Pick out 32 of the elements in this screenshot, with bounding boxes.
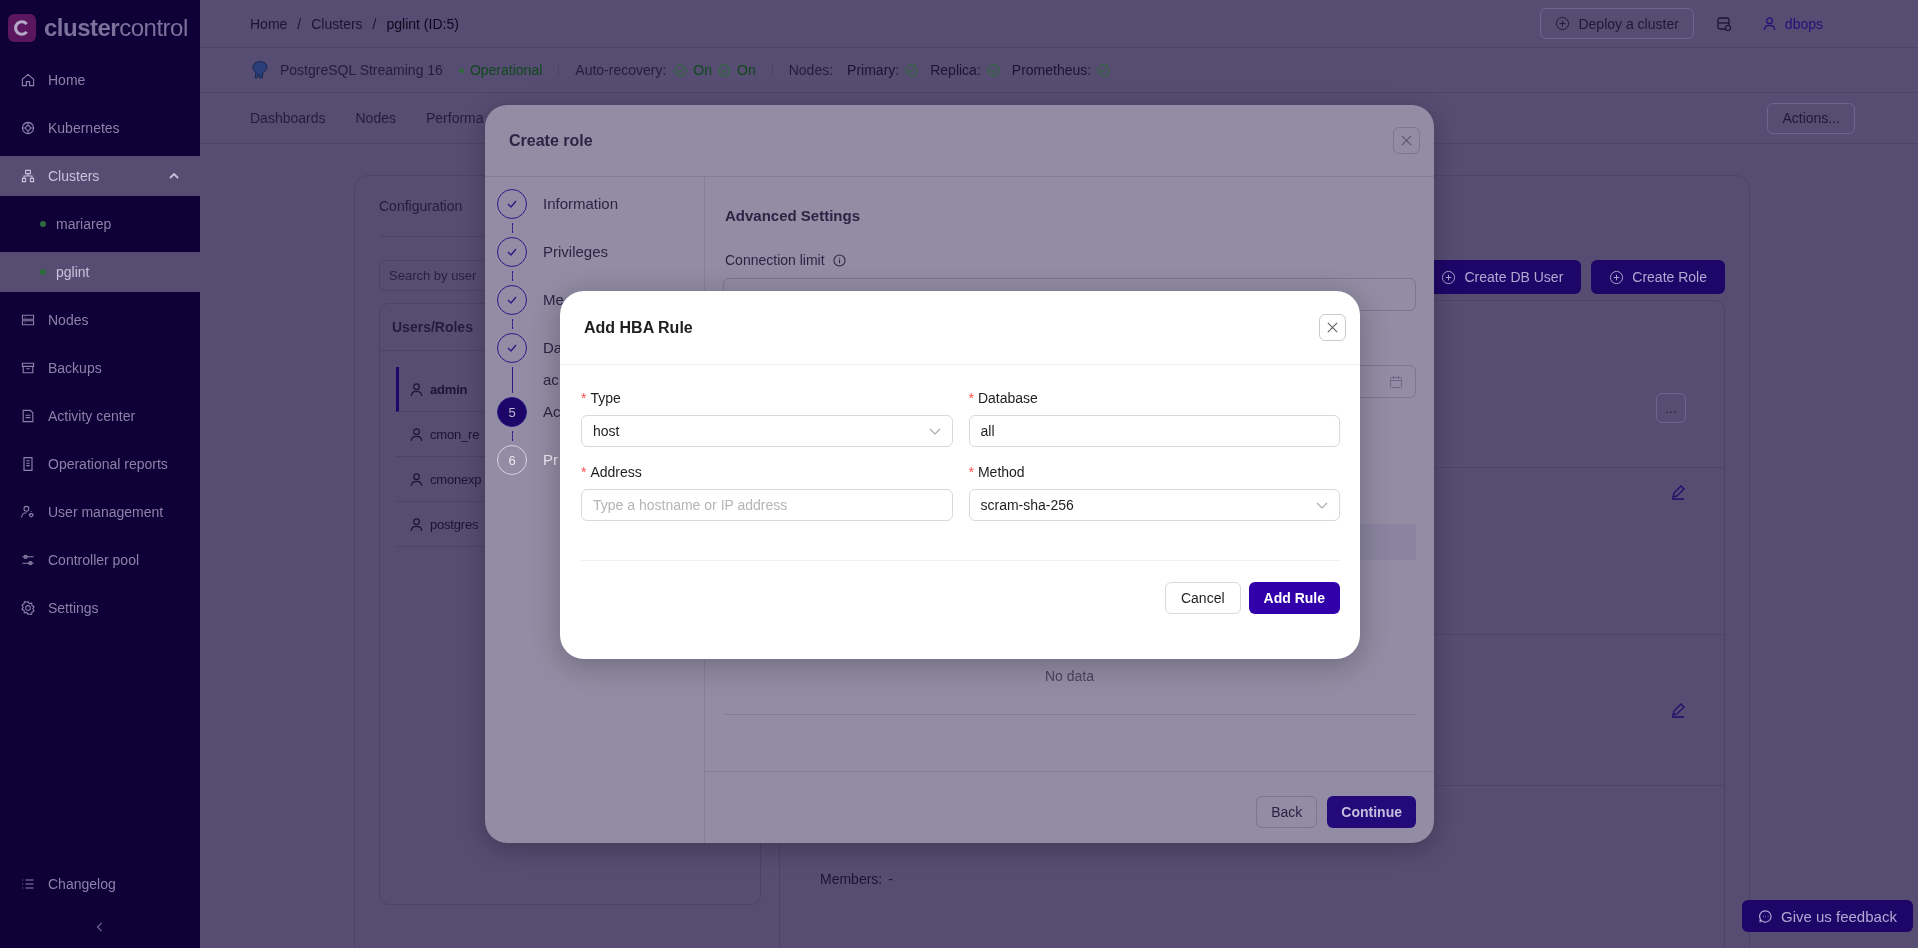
field-label: Type xyxy=(590,390,621,406)
breadcrumb-separator: / xyxy=(372,15,377,32)
members-value: - xyxy=(888,871,893,887)
step-label: Information xyxy=(543,194,619,214)
step-label: Privileges xyxy=(543,242,609,262)
required-mark: * xyxy=(581,390,587,406)
empty-text: No data xyxy=(1044,668,1094,684)
auto-recovery-value: On xyxy=(737,62,756,78)
field-label: Method xyxy=(977,464,1025,480)
auto-recovery-value: On xyxy=(693,62,713,78)
step-label: Ac xyxy=(543,402,561,422)
node-role: Replica: xyxy=(930,62,981,78)
node-role: Primary: xyxy=(847,62,900,78)
step-label: Pr xyxy=(543,450,558,470)
step-label: Me xyxy=(543,290,564,310)
breadcrumb-item: pglint (ID:5) xyxy=(386,15,459,32)
step-label: ac xyxy=(543,370,560,390)
members-label: Members: xyxy=(820,871,883,887)
required-mark: * xyxy=(968,390,974,406)
section-title: Advanced Settings xyxy=(725,207,862,224)
step-marker: 5 xyxy=(497,397,527,427)
dialog-title: Add HBA Rule xyxy=(584,318,693,337)
cluster-status: Operational xyxy=(469,62,543,78)
required-mark: * xyxy=(968,464,974,480)
field-label: Database xyxy=(977,390,1038,406)
logo-text: clustercontrol xyxy=(44,14,188,42)
field-label: Address xyxy=(590,464,642,480)
breadcrumb-separator: / xyxy=(297,15,302,32)
required-mark: * xyxy=(581,464,587,480)
dialog-title: Create role xyxy=(509,131,593,150)
field-label: Connection limit xyxy=(725,252,825,268)
node-role: Prometheus: xyxy=(1011,62,1092,78)
